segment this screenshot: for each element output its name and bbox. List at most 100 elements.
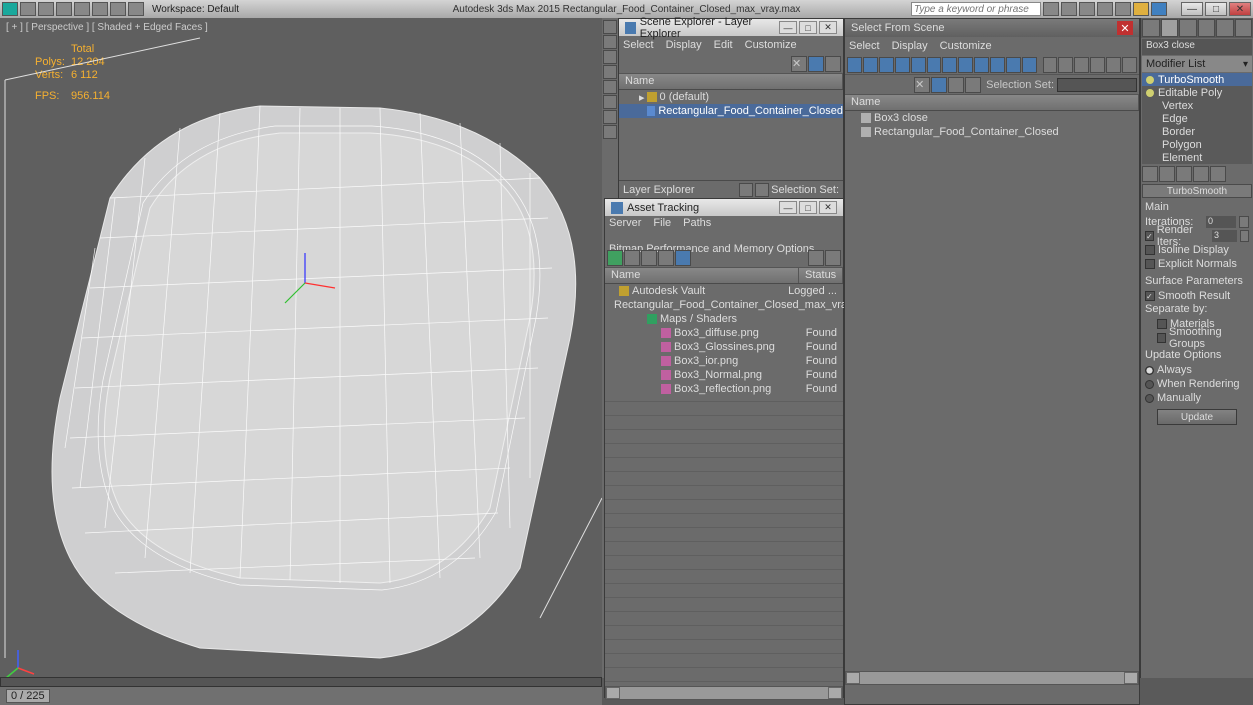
menu-select[interactable]: Select	[623, 39, 654, 51]
tree-row[interactable]: Autodesk VaultLogged ...	[605, 284, 843, 298]
footer-icon[interactable]	[739, 183, 753, 197]
make-unique-icon[interactable]	[1176, 166, 1192, 182]
scene-tree[interactable]: ▸ 0 (default) Rectangular_Food_Container…	[619, 90, 843, 180]
maximize-icon[interactable]: □	[799, 201, 817, 214]
search-icon[interactable]	[1043, 2, 1059, 16]
minimize-button[interactable]: —	[1181, 2, 1203, 16]
utilities-tab-icon[interactable]	[1235, 19, 1253, 37]
tree-row[interactable]: Maps / Shaders	[605, 312, 843, 326]
tree-row[interactable]: Box3_diffuse.pngFound	[605, 326, 843, 340]
toolbar-icon[interactable]	[1043, 57, 1058, 73]
side-tool-icon[interactable]	[603, 20, 617, 34]
redo-icon[interactable]	[92, 2, 108, 16]
modifier-stack-item[interactable]: Polygon	[1142, 138, 1252, 151]
object-name-field[interactable]: Box3 close	[1142, 39, 1252, 55]
side-tool-icon[interactable]	[603, 35, 617, 49]
scene-explorer-title-bar[interactable]: Scene Explorer - Layer Explorer — □ ✕	[619, 19, 843, 36]
filter-icon[interactable]	[863, 57, 878, 73]
toolbar-icon[interactable]	[825, 56, 841, 72]
favorite-icon[interactable]	[1133, 2, 1149, 16]
minimize-icon[interactable]: —	[779, 21, 797, 34]
remove-modifier-icon[interactable]	[1193, 166, 1209, 182]
menu-customize[interactable]: Customize	[745, 39, 797, 51]
filter-icon[interactable]	[895, 57, 910, 73]
modifier-list-dropdown[interactable]: Modifier List	[1142, 56, 1252, 72]
configure-sets-icon[interactable]	[1210, 166, 1226, 182]
modifier-stack-item[interactable]: Element	[1142, 151, 1252, 164]
select-from-scene-title-bar[interactable]: Select From Scene ✕	[845, 19, 1139, 37]
toolbar-icon[interactable]	[56, 2, 72, 16]
scrollbar-horizontal[interactable]	[845, 671, 1139, 685]
smooth-result-checkbox[interactable]	[1145, 291, 1155, 301]
asset-tree[interactable]: Autodesk VaultLogged ...Rectangular_Food…	[605, 284, 843, 388]
spinner-arrows-icon[interactable]	[1240, 230, 1249, 242]
modifier-stack-item[interactable]: TurboSmooth	[1142, 73, 1252, 86]
asset-tracking-title-bar[interactable]: Asset Tracking — □ ✕	[605, 199, 843, 216]
when-rendering-radio[interactable]	[1145, 380, 1154, 389]
modify-tab-icon[interactable]	[1161, 19, 1179, 37]
toolbar-icon[interactable]	[128, 2, 144, 16]
show-end-result-icon[interactable]	[1159, 166, 1175, 182]
filter-icon[interactable]	[1006, 57, 1021, 73]
frame-counter[interactable]: 0 / 225	[6, 689, 50, 703]
toolbar-icon[interactable]	[808, 56, 824, 72]
tree-row[interactable]: ▸ 0 (default)	[619, 90, 843, 104]
selection-set-dropdown[interactable]	[1057, 78, 1137, 92]
search-input[interactable]	[911, 2, 1041, 16]
modifier-stack-item[interactable]: Edge	[1142, 112, 1252, 125]
scroll-right-icon[interactable]	[1124, 672, 1138, 684]
scroll-left-icon[interactable]	[846, 672, 860, 684]
column-header[interactable]: Name	[845, 95, 1139, 111]
spinner-arrows-icon[interactable]	[1239, 216, 1249, 228]
render-iters-checkbox[interactable]	[1145, 231, 1154, 241]
minimize-icon[interactable]: —	[779, 201, 797, 214]
materials-checkbox[interactable]	[1157, 319, 1167, 329]
toolbar-icon[interactable]	[1090, 57, 1105, 73]
filter-icon[interactable]	[990, 57, 1005, 73]
modifier-stack-item[interactable]: Editable Poly	[1142, 86, 1252, 99]
menu-paths[interactable]: Paths	[683, 216, 711, 230]
lightbulb-icon[interactable]	[1146, 76, 1154, 84]
display-tab-icon[interactable]	[1216, 19, 1234, 37]
always-radio[interactable]	[1145, 366, 1154, 375]
column-header[interactable]: Name Status	[605, 268, 843, 284]
workspace-label[interactable]: Workspace: Default	[152, 4, 239, 15]
timeline-slider[interactable]	[0, 677, 602, 687]
tree-row[interactable]: Box3_ior.pngFound	[605, 354, 843, 368]
toolbar-icon[interactable]	[607, 250, 623, 266]
side-tool-icon[interactable]	[603, 80, 617, 94]
tree-row[interactable]: Box3_Normal.pngFound	[605, 368, 843, 382]
maximize-icon[interactable]: □	[799, 21, 817, 34]
explicit-normals-checkbox[interactable]	[1145, 259, 1155, 269]
tree-row[interactable]: Rectangular_Food_Container_Closed	[619, 104, 843, 118]
toolbar-icon[interactable]	[1097, 2, 1113, 16]
motion-tab-icon[interactable]	[1198, 19, 1216, 37]
side-tool-icon[interactable]	[603, 110, 617, 124]
filter-icon[interactable]	[942, 57, 957, 73]
close-icon[interactable]: ✕	[819, 21, 837, 34]
list-item[interactable]: Rectangular_Food_Container_Closed	[845, 125, 1139, 139]
scrollbar-horizontal[interactable]	[605, 686, 843, 700]
toolbar-icon[interactable]	[808, 250, 824, 266]
side-tool-icon[interactable]	[603, 95, 617, 109]
undo-icon[interactable]	[74, 2, 90, 16]
toolbar-icon[interactable]	[965, 77, 981, 93]
smoothing-groups-checkbox[interactable]	[1157, 333, 1166, 343]
filter-icon[interactable]	[927, 57, 942, 73]
modifier-stack-item[interactable]: Vertex	[1142, 99, 1252, 112]
side-tool-icon[interactable]	[603, 65, 617, 79]
rollout-header[interactable]: TurboSmooth	[1142, 184, 1252, 198]
footer-icon[interactable]	[755, 183, 769, 197]
toolbar-icon[interactable]	[1106, 57, 1121, 73]
filter-icon[interactable]	[847, 57, 862, 73]
toolbar-icon[interactable]	[931, 77, 947, 93]
toolbar-icon[interactable]	[1074, 57, 1089, 73]
toolbar-icon[interactable]: ✕	[914, 77, 930, 93]
modifier-stack-item[interactable]: Border	[1142, 125, 1252, 138]
menu-select[interactable]: Select	[849, 40, 880, 52]
close-button[interactable]: ✕	[1229, 2, 1251, 16]
hierarchy-tab-icon[interactable]	[1179, 19, 1197, 37]
menu-display[interactable]: Display	[666, 39, 702, 51]
column-header[interactable]: Name	[619, 74, 843, 90]
menu-server[interactable]: Server	[609, 216, 641, 230]
